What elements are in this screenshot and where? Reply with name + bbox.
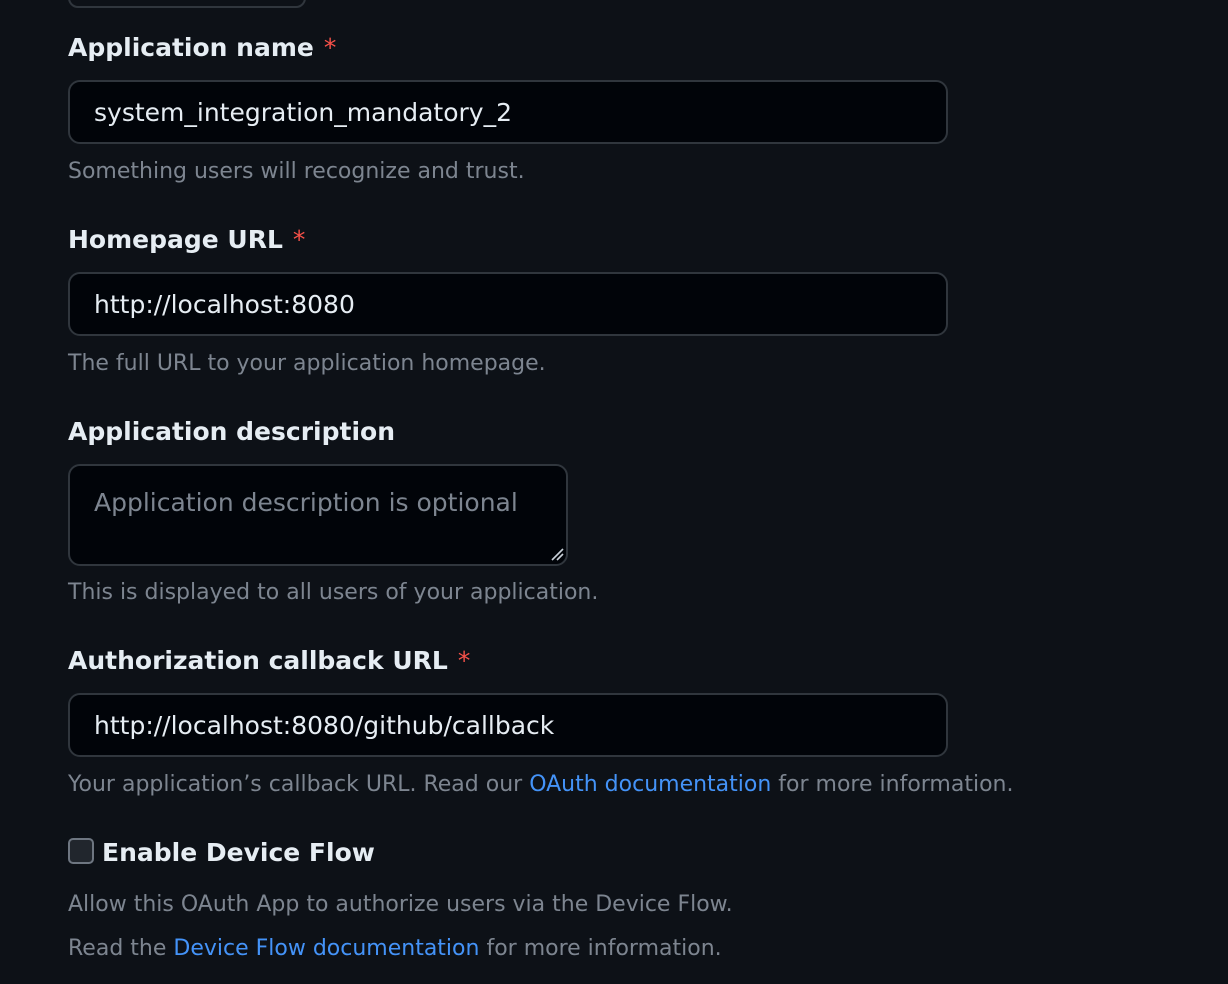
homepage-url-label-text: Homepage URL [68, 225, 283, 254]
required-marker: * [457, 646, 471, 675]
callback-url-hint: Your application’s callback URL. Read ou… [68, 771, 1013, 799]
device-flow-doc-hint: Read the Device Flow documentation for m… [68, 935, 722, 963]
app-name-label-text: Application name [68, 33, 314, 62]
callback-url-label-text: Authorization callback URL [68, 646, 448, 675]
resize-handle-icon[interactable] [550, 547, 564, 561]
device-flow-documentation-link[interactable]: Device Flow documentation [173, 936, 479, 961]
app-name-hint: Something users will recognize and trust… [68, 159, 525, 184]
description-textarea[interactable] [68, 464, 568, 566]
callback-hint-prefix: Your application’s callback URL. Read ou… [68, 772, 530, 797]
device-flow-hint: Allow this OAuth App to authorize users … [68, 892, 733, 917]
enable-device-flow-checkbox[interactable] [68, 838, 94, 864]
homepage-url-input[interactable] [68, 272, 948, 336]
description-hint: This is displayed to all users of your a… [68, 580, 599, 605]
homepage-url-label: Homepage URL * [68, 224, 305, 256]
description-label: Application description [68, 416, 395, 448]
callback-hint-suffix: for more information. [771, 772, 1014, 797]
app-name-label: Application name * [68, 32, 336, 64]
device-flow-label[interactable]: Enable Device Flow [102, 837, 375, 869]
callback-url-input[interactable] [68, 693, 948, 757]
previous-field-remnant [68, 0, 306, 8]
device-hint-suffix: for more information. [479, 936, 722, 961]
app-name-input[interactable] [68, 80, 948, 144]
homepage-url-hint: The full URL to your application homepag… [68, 351, 546, 376]
oauth-documentation-link[interactable]: OAuth documentation [529, 772, 771, 797]
description-label-text: Application description [68, 417, 396, 446]
required-marker: * [323, 33, 337, 62]
device-hint-prefix: Read the [68, 936, 174, 961]
required-marker: * [292, 225, 306, 254]
callback-url-label: Authorization callback URL * [68, 645, 470, 677]
